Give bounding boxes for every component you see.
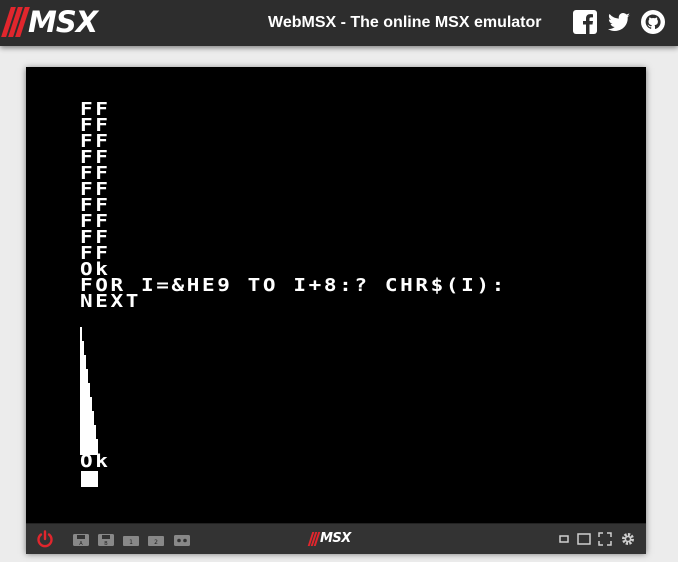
screen-line: FF xyxy=(80,130,111,151)
logo-text: MSX xyxy=(28,5,98,39)
text-cursor xyxy=(81,471,98,487)
webmsx-logo[interactable]: MSX xyxy=(1,4,98,40)
github-icon[interactable] xyxy=(640,9,666,35)
msx-screen[interactable]: FF FF FF FF FF FF FF FF FF FF Ok FOR I=&… xyxy=(26,67,646,523)
disk-b-icon[interactable]: B xyxy=(97,533,115,547)
screen-large-icon[interactable] xyxy=(576,531,592,547)
facebook-icon[interactable] xyxy=(572,9,598,35)
screen-line: Ok xyxy=(80,450,111,471)
fullscreen-icon[interactable] xyxy=(597,531,613,547)
screen-line: NEXT xyxy=(80,290,141,311)
screen-line: FF xyxy=(80,146,111,167)
svg-text:A: A xyxy=(79,541,83,547)
screen-line: FF xyxy=(80,162,111,183)
screen-line: FF xyxy=(80,226,111,247)
svg-text:1: 1 xyxy=(129,539,133,546)
site-title: WebMSX - The online MSX emulator xyxy=(268,14,542,31)
top-header-bar: MSX WebMSX - The online MSX emulator xyxy=(0,0,678,46)
screen-line: FF xyxy=(80,98,111,119)
screen-line: Ok xyxy=(80,258,111,279)
svg-text:2: 2 xyxy=(154,539,158,546)
cartridge-1-icon[interactable]: 1 xyxy=(122,533,140,547)
screen-line: FF xyxy=(80,210,111,231)
screen-line: FF xyxy=(80,242,111,263)
cartridge-2-icon[interactable]: 2 xyxy=(147,533,165,547)
screen-small-icon[interactable] xyxy=(556,531,572,547)
tape-icon[interactable] xyxy=(173,533,191,547)
svg-text:B: B xyxy=(104,541,108,547)
settings-icon[interactable] xyxy=(620,531,636,547)
control-bar-logo: MSX xyxy=(307,531,351,546)
emulator-window[interactable]: FF FF FF FF FF FF FF FF FF FF Ok FOR I=&… xyxy=(26,67,646,554)
twitter-icon[interactable] xyxy=(606,9,632,35)
logo-stripes xyxy=(1,7,30,37)
screen-line: FF xyxy=(80,194,111,215)
screen-line: FF xyxy=(80,178,111,199)
block-graphics-output xyxy=(80,327,98,455)
control-bar-logo-text: MSX xyxy=(320,531,351,546)
screen-line: FF xyxy=(80,114,111,135)
power-icon[interactable] xyxy=(35,529,55,549)
emulator-control-bar: A B 1 2 MSX xyxy=(26,523,646,554)
screen-line: FOR I=&HE9 TO I+8:? CHR$(I): xyxy=(80,274,507,295)
disk-a-icon[interactable]: A xyxy=(72,533,90,547)
